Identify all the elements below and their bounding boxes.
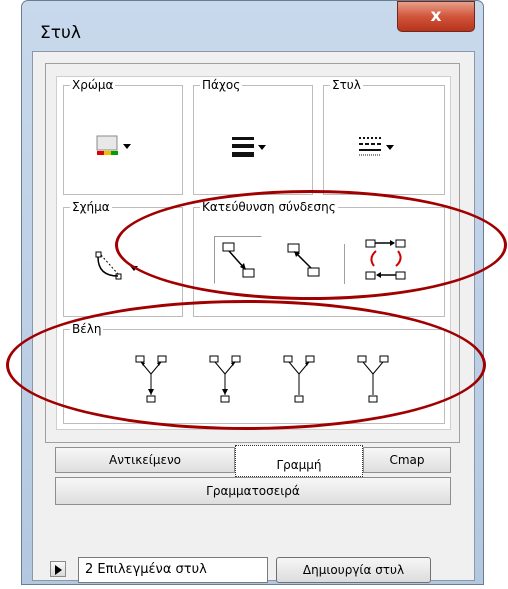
line-thickness-icon	[232, 137, 266, 157]
window-title: Στυλ	[40, 23, 81, 43]
group-thickness: Πάχος	[193, 78, 313, 195]
tab-font[interactable]: Γραμματοσειρά	[55, 477, 451, 505]
annotation-ellipse-direction	[115, 190, 507, 300]
annotation-ellipse-arrows	[6, 300, 486, 430]
tab-cmap[interactable]: Cmap	[363, 447, 451, 473]
create-style-button[interactable]: Δημιουργία στυλ	[276, 557, 431, 583]
tab-line[interactable]: Γραμμή	[235, 445, 363, 477]
group-color: Χρώμα	[63, 78, 183, 195]
close-button[interactable]: x	[397, 1, 475, 32]
line-style-icon	[359, 137, 394, 156]
selected-styles-field[interactable]: 2 Επιλεγμένα στυλ	[78, 557, 268, 583]
expand-styles-button[interactable]	[50, 561, 66, 577]
group-color-label: Χρώμα	[70, 78, 116, 92]
group-shape-label: Σχήμα	[70, 200, 112, 214]
line-thickness-picker[interactable]	[232, 134, 282, 164]
play-arrow-icon	[55, 565, 62, 575]
group-style: Στυλ	[323, 78, 445, 195]
line-color-picker[interactable]	[96, 134, 146, 164]
tab-object[interactable]: Αντικείμενο	[55, 447, 235, 473]
group-style-label: Στυλ	[330, 78, 363, 92]
group-thickness-label: Πάχος	[200, 78, 243, 92]
line-style-picker[interactable]	[358, 134, 408, 164]
color-swatch-icon	[96, 135, 131, 155]
